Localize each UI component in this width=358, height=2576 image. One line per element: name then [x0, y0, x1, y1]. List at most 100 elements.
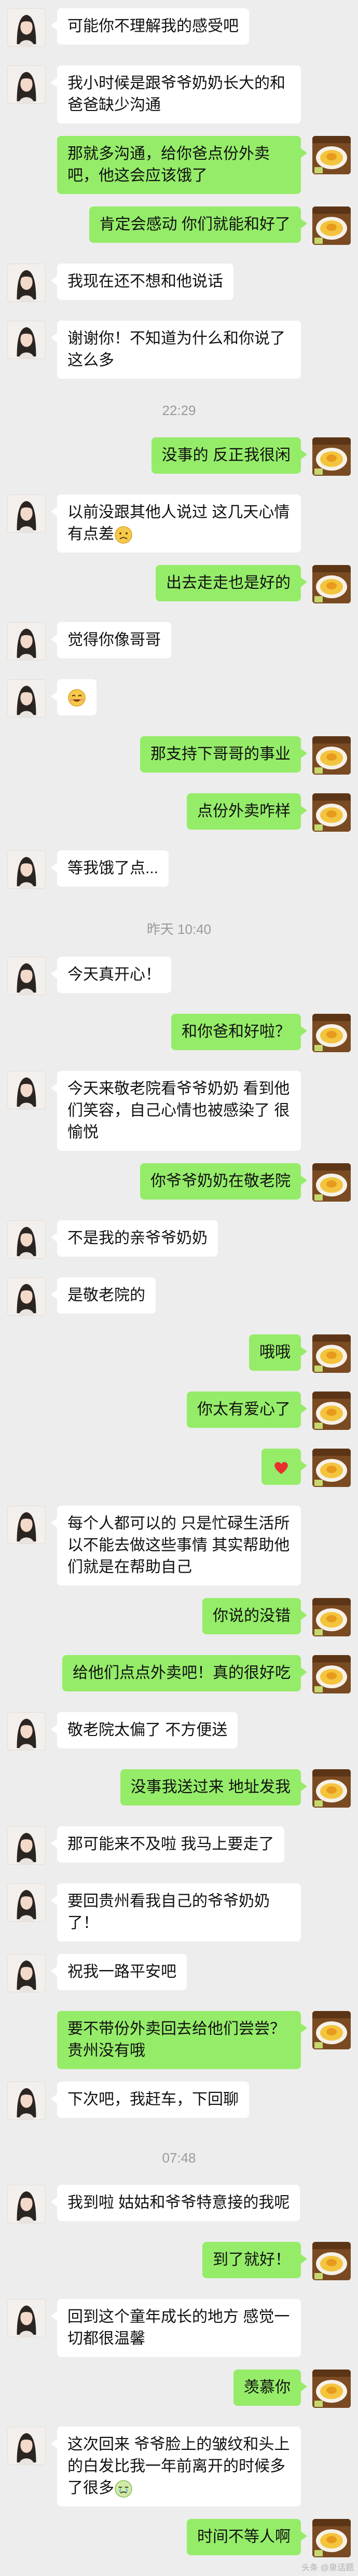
message-text: 敬老院太偏了 不方便送: [67, 1721, 228, 1739]
my-avatar[interactable]: [312, 437, 351, 476]
message-bubble[interactable]: 今天真开心！: [51, 957, 171, 993]
outgoing-message: 点份外卖咋样: [0, 787, 358, 844]
contact-avatar[interactable]: [7, 1220, 46, 1259]
contact-avatar[interactable]: [7, 321, 46, 359]
message-bubble[interactable]: 要不带份外卖回去给他们尝尝？贵州没有哦: [57, 2011, 307, 2069]
contact-avatar[interactable]: [7, 1954, 46, 1992]
message-text: 我到啦 姑姑和爷爷特意接的我呢: [67, 2194, 290, 2211]
message-bubble[interactable]: 肯定会感动 你们就能和好了: [89, 206, 308, 243]
message-bubble[interactable]: 和你爸和好啦？: [171, 1014, 307, 1050]
contact-avatar[interactable]: [7, 2299, 46, 2337]
message-bubble[interactable]: 以前没跟其他人说过 这几天心情有点差: [51, 494, 301, 553]
message-text: 要不带份外卖回去给他们尝尝？贵州没有哦: [67, 2020, 285, 2059]
contact-avatar[interactable]: [7, 494, 46, 533]
my-avatar[interactable]: [312, 1163, 351, 1202]
my-avatar[interactable]: [312, 736, 351, 775]
message-bubble[interactable]: 我现在还不想和他说话: [51, 264, 233, 300]
message-bubble[interactable]: 要回贵州看我自己的爷爷奶奶了！: [51, 1883, 301, 1941]
message-bubble[interactable]: 出去走走也是好的: [156, 565, 307, 601]
message-bubble[interactable]: 那支持下哥哥的事业: [140, 736, 307, 773]
my-avatar[interactable]: [312, 1014, 351, 1052]
incoming-message: 可能你不理解我的感受吧: [0, 2, 358, 59]
message-bubble[interactable]: 给他们点点外卖吧！真的很好吃: [62, 1655, 307, 1691]
contact-avatar[interactable]: [7, 622, 46, 660]
message-bubble[interactable]: 这次回来 爷爷脸上的皱纹和头上的白发比我一年前离开的时候多了很多: [51, 2427, 301, 2506]
message-bubble[interactable]: 哦哦: [249, 1334, 307, 1371]
contact-avatar[interactable]: [7, 2185, 46, 2223]
cry-emoji-icon: [114, 2479, 133, 2498]
contact-avatar[interactable]: [7, 2082, 46, 2120]
outgoing-message: 没事我送过来 地址发我: [0, 1763, 358, 1820]
contact-avatar[interactable]: [7, 1712, 46, 1751]
message-bubble[interactable]: [51, 679, 97, 715]
contact-avatar[interactable]: [7, 850, 46, 889]
message-bubble[interactable]: 等我饿了点...: [50, 850, 169, 887]
outgoing-message: 你爷爷奶奶在敬老院: [0, 1157, 358, 1214]
watermark: 头条 @泉话题: [301, 2564, 354, 2572]
my-avatar[interactable]: [312, 1598, 351, 1636]
my-avatar[interactable]: [312, 2242, 351, 2280]
my-avatar[interactable]: [312, 793, 351, 832]
incoming-message: 那可能来不及啦 我马上要走了: [0, 1820, 358, 1877]
message-bubble[interactable]: 下次吧，我赶车，下回聊: [51, 2082, 249, 2118]
message-bubble[interactable]: 是敬老院的: [51, 1277, 156, 1314]
my-avatar[interactable]: [312, 1449, 351, 1487]
my-avatar[interactable]: [312, 136, 351, 174]
message-bubble[interactable]: 回到这个童年成长的地方 感觉一切都很温馨: [51, 2299, 301, 2357]
my-avatar[interactable]: [312, 1392, 351, 1430]
my-avatar[interactable]: [312, 2011, 351, 2049]
my-avatar[interactable]: [312, 1655, 351, 1693]
message-text: 那可能来不及啦 我马上要走了: [67, 1836, 274, 1853]
message-bubble[interactable]: 敬老院太偏了 不方便送: [50, 1712, 238, 1748]
contact-avatar[interactable]: [7, 65, 46, 104]
my-avatar[interactable]: [312, 1334, 351, 1373]
contact-avatar[interactable]: [7, 1883, 46, 1922]
message-bubble[interactable]: 不是我的亲爷爷奶奶: [51, 1220, 218, 1257]
message-bubble[interactable]: 那就多沟通，给你爸点份外卖吧，他这会应该饿了: [57, 136, 307, 194]
contact-avatar[interactable]: [7, 957, 46, 995]
contact-avatar[interactable]: [7, 1277, 46, 1316]
contact-avatar[interactable]: [7, 1506, 46, 1544]
my-avatar[interactable]: [312, 2370, 351, 2408]
message-bubble[interactable]: 点份外卖咋样: [187, 793, 307, 830]
message-bubble[interactable]: 我小时候是跟爷爷奶奶长大的和爸爸缺少沟通: [51, 65, 301, 123]
message-bubble[interactable]: 没事我送过来 地址发我: [120, 1769, 308, 1806]
my-avatar[interactable]: [312, 1769, 351, 1808]
message-bubble[interactable]: 你爷爷奶奶在敬老院: [140, 1163, 307, 1200]
message-bubble[interactable]: [261, 1449, 307, 1485]
my-avatar[interactable]: [312, 206, 351, 245]
incoming-message: 回到这个童年成长的地方 感觉一切都很温馨: [0, 2293, 358, 2363]
message-text: 每个人都可以的 只是忙碌生活所以不能去做这些事情 其实帮助他们就是在帮助自己: [67, 1515, 290, 1576]
contact-avatar[interactable]: [7, 679, 46, 718]
message-bubble[interactable]: 我到啦 姑姑和爷爷特意接的我呢: [50, 2185, 300, 2221]
message-bubble[interactable]: 谢谢你！不知道为什么和你说了这么多: [51, 321, 301, 379]
outgoing-message: 那支持下哥哥的事业: [0, 730, 358, 787]
message-text: 到了就好！: [213, 2251, 291, 2268]
message-bubble[interactable]: 没事的 反正我很闲: [151, 437, 308, 474]
timestamp: 昨天 10:40: [146, 921, 212, 937]
contact-avatar[interactable]: [7, 1826, 46, 1865]
my-avatar[interactable]: [312, 565, 351, 603]
message-bubble[interactable]: 你太有爱心了: [187, 1392, 307, 1428]
message-bubble[interactable]: 你说的没错: [202, 1598, 307, 1634]
contact-avatar[interactable]: [7, 2427, 46, 2465]
outgoing-message: 羡慕你: [0, 2363, 358, 2420]
incoming-message: 我现在还不想和他说话: [0, 257, 358, 314]
message-bubble[interactable]: 那可能来不及啦 我马上要走了: [50, 1826, 285, 1863]
contact-avatar[interactable]: [7, 264, 46, 302]
message-bubble[interactable]: 到了就好！: [202, 2242, 307, 2278]
message-bubble[interactable]: 羡慕你: [233, 2370, 307, 2406]
message-bubble[interactable]: 祝我一路平安吧: [51, 1954, 187, 1990]
contact-avatar[interactable]: [7, 1071, 46, 1109]
message-bubble[interactable]: 时间不等人啊: [187, 2519, 307, 2555]
message-bubble[interactable]: 每个人都可以的 只是忙碌生活所以不能去做这些事情 其实帮助他们就是在帮助自己: [51, 1506, 301, 1586]
message-text: 谢谢你！不知道为什么和你说了这么多: [67, 330, 285, 369]
message-bubble[interactable]: 可能你不理解我的感受吧: [51, 8, 249, 45]
message-text: 我现在还不想和他说话: [67, 273, 223, 290]
my-avatar[interactable]: [312, 2519, 351, 2557]
contact-avatar[interactable]: [7, 8, 46, 47]
message-text: 羡慕你: [244, 2379, 291, 2396]
message-bubble[interactable]: 今天来敬老院看爷爷奶奶 看到他们笑容，自己心情也被感染了 很愉悦: [51, 1071, 301, 1151]
message-bubble[interactable]: 觉得你像哥哥: [51, 622, 171, 658]
message-text: 祝我一路平安吧: [67, 1963, 176, 1980]
